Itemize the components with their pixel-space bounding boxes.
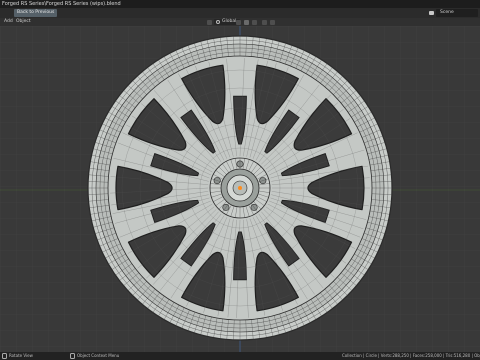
snap-settings-icon[interactable] (252, 19, 257, 25)
status-rotate-view: Rotate View (2, 352, 33, 360)
status-bar: Rotate View Object Context Menu Collecti… (0, 352, 480, 360)
transform-icon[interactable] (207, 19, 212, 25)
status-context-menu: Object Context Menu (70, 352, 119, 360)
scene-selector[interactable]: Scene (436, 9, 478, 17)
object-origin (238, 186, 242, 190)
globe-icon (216, 20, 220, 24)
mouse-icon (2, 353, 7, 359)
magnet-icon[interactable] (270, 19, 275, 25)
proportional-edit-icon[interactable] (262, 19, 267, 25)
status-scene-stats: Collection | Circle | Verts:288,250 | Fa… (342, 353, 480, 358)
viewport-canvas[interactable] (0, 26, 480, 352)
snap-icon[interactable] (244, 19, 249, 25)
wheel-mesh[interactable] (87, 35, 393, 341)
back-to-previous-button[interactable]: Back to Previous (14, 9, 58, 17)
window-titlebar: Forged RS Series\Forged RS Series (wips)… (0, 0, 480, 8)
3d-viewport[interactable] (0, 26, 480, 352)
viewport-header: Add Object Global (0, 18, 480, 26)
window-title: Forged RS Series\Forged RS Series (wips)… (2, 1, 121, 7)
transform-orientation-label: Global (222, 19, 237, 24)
menu-object[interactable]: Object (16, 18, 31, 26)
pivot-icon[interactable] (236, 19, 241, 25)
top-bar: Back to Previous Scene (0, 8, 480, 18)
mouse-icon (70, 353, 75, 359)
menu-add[interactable]: Add (4, 18, 13, 26)
scene-icon (429, 11, 434, 15)
scene-label: Scene (440, 10, 454, 15)
